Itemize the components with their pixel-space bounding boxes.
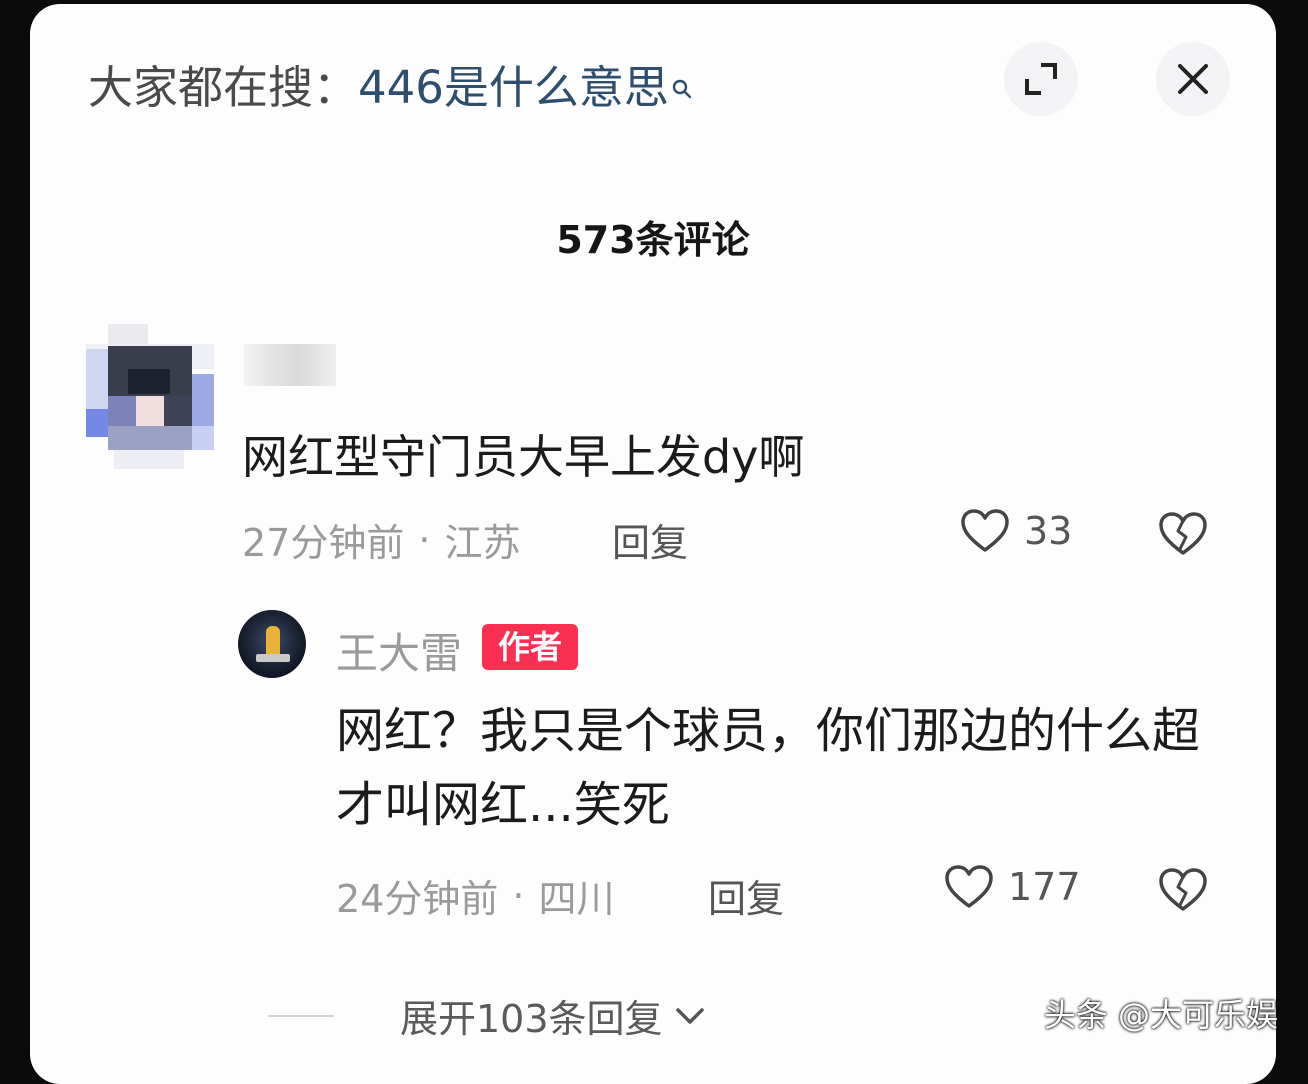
author-name[interactable]: 王大雷 [336,620,462,681]
fullscreen-button[interactable] [1004,42,1078,116]
author-avatar[interactable] [238,610,306,678]
username-blurred[interactable] [244,344,336,386]
avatar-figure-base [256,654,290,662]
reply-location: 四川 [538,877,615,921]
broken-heart-icon [1159,868,1207,911]
search-icon[interactable] [671,58,701,99]
divider [268,1014,334,1017]
expand-replies-button[interactable]: 展开103条回复 [268,988,707,1043]
comment-time: 27分钟前 [242,521,405,565]
dislike-button[interactable] [1158,511,1208,557]
search-suggestion-label: 大家都在搜： [88,60,359,114]
meta-separator: · [512,873,525,918]
reply-dislike-button[interactable] [1158,867,1208,913]
comment-text: 网红型守门员大早上发dy啊 [242,430,805,484]
reply-like-count: 177 [1008,865,1081,909]
expand-replies-label: 展开103条回复 [400,997,663,1041]
chevron-down-icon [675,1007,704,1024]
like-button[interactable]: 33 [960,508,1072,554]
comment-location: 江苏 [444,521,521,565]
broken-heart-icon [1159,512,1207,555]
author-badge: 作者 [482,624,578,670]
heart-icon [945,865,993,908]
avatar[interactable] [86,324,214,469]
reply-meta: 24分钟前 · 四川 [336,868,614,923]
reply-reply-button[interactable]: 回复 [708,868,784,923]
reply-text: 网红？我只是个球员，你们那边的什么超才叫网红...笑死 [336,703,1201,833]
close-icon [1178,64,1208,94]
like-count: 33 [1024,509,1073,553]
reply-button[interactable]: 回复 [612,512,688,567]
comments-panel: 大家都在搜： 446是什么意思 573条评论 网红型守门员大早上发dy啊 27分… [30,4,1276,1084]
meta-separator: · [418,517,431,562]
comment-meta: 27分钟前 · 江苏 [242,512,520,567]
heart-icon [961,509,1009,552]
search-suggestion[interactable]: 大家都在搜： 446是什么意思 [88,48,701,118]
close-button[interactable] [1156,42,1230,116]
watermark: 头条 @大可乐娱 [1043,996,1278,1034]
comments-count-title: 573条评论 [556,218,750,262]
expand-icon [1025,63,1057,95]
reply-time: 24分钟前 [336,877,499,921]
reply-like-button[interactable]: 177 [944,864,1081,910]
search-suggestion-query[interactable]: 446是什么意思 [358,51,669,116]
